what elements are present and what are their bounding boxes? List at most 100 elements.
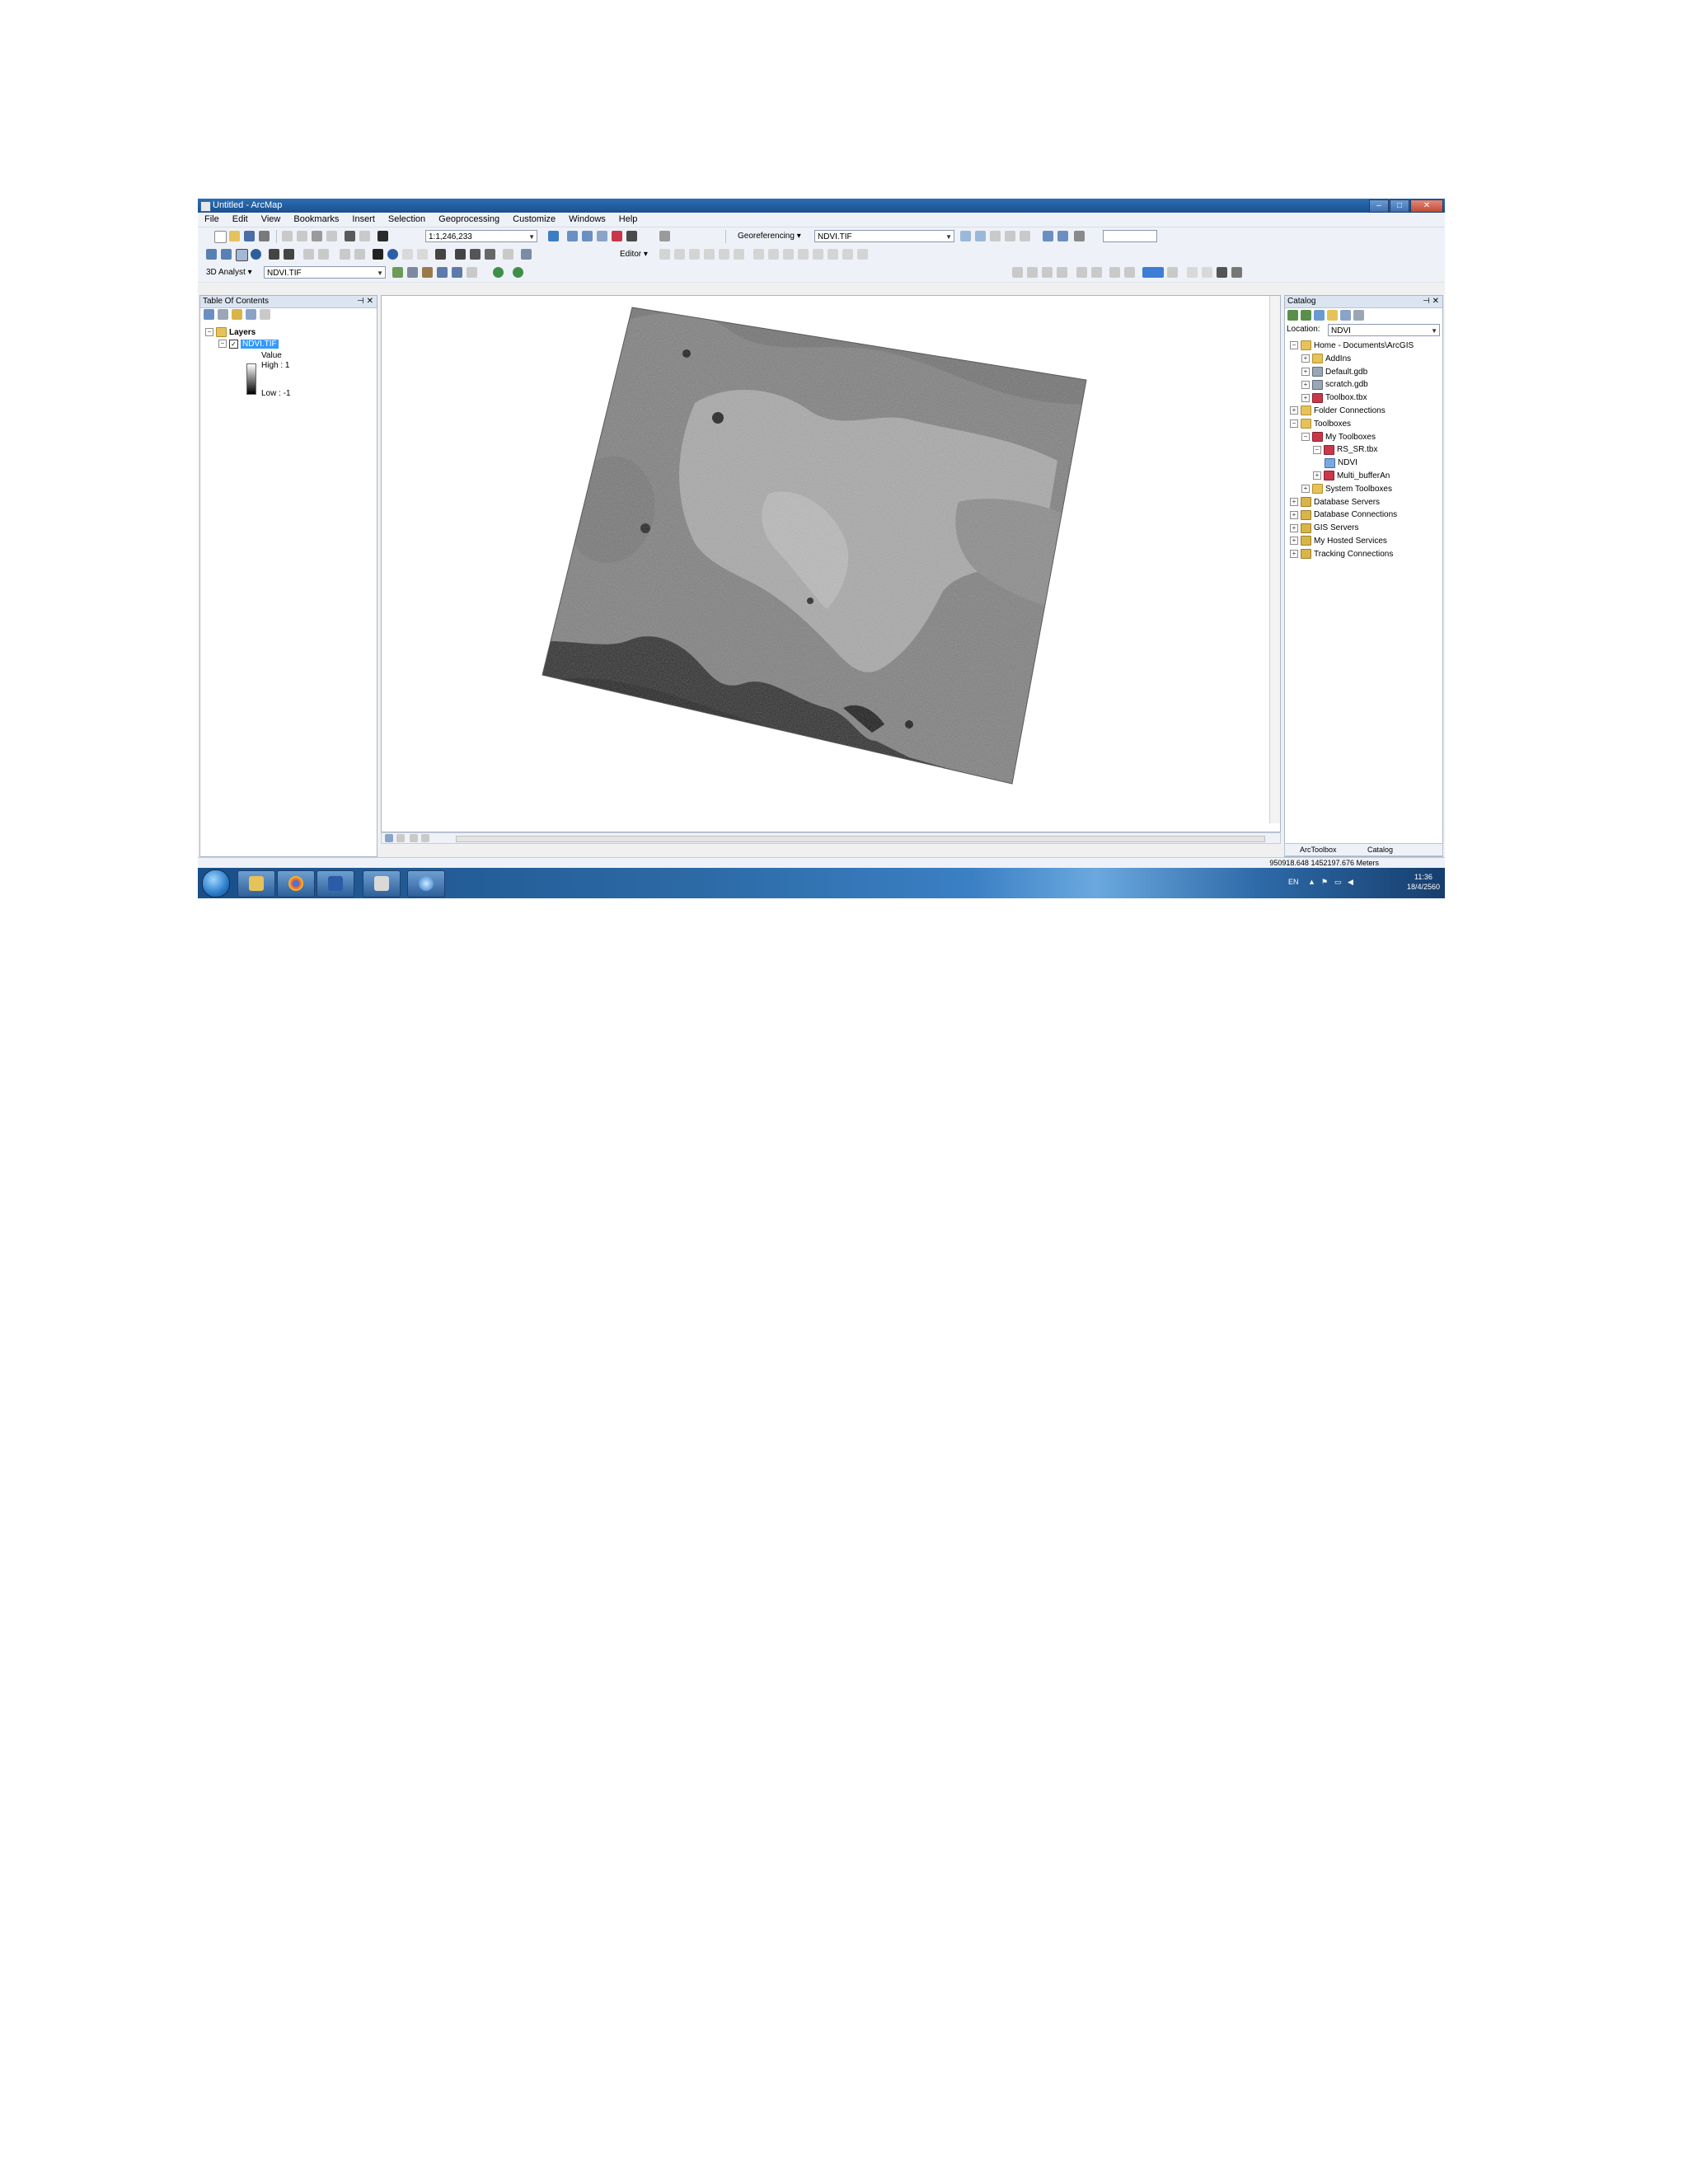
go-forward-icon[interactable] [318, 249, 329, 260]
map-scale-combo[interactable]: 1:1,246,233 ▼ [425, 230, 537, 242]
scroll-track[interactable] [456, 836, 1265, 842]
toc-options-icon[interactable] [260, 309, 270, 320]
volume-icon[interactable]: ◀ [1348, 878, 1353, 887]
font-color-icon[interactable] [1187, 267, 1198, 278]
catalog-window-icon[interactable] [582, 231, 593, 241]
forward-icon[interactable] [1301, 310, 1311, 321]
identify-icon[interactable] [387, 249, 398, 260]
model-builder-icon[interactable] [659, 231, 670, 241]
copy-icon[interactable] [297, 231, 307, 241]
line-of-sight-icon[interactable] [422, 267, 433, 278]
catalog-item[interactable]: + GIS Servers [1290, 523, 1358, 534]
paste-icon[interactable] [312, 231, 322, 241]
catalog-item[interactable]: + Database Servers [1290, 496, 1380, 509]
line-color-icon[interactable] [1167, 267, 1178, 278]
open-icon[interactable] [229, 231, 240, 241]
georeferencing-menu[interactable]: Georeferencing ▾ [738, 230, 801, 243]
scale-icon[interactable] [990, 231, 1001, 241]
select-elements-icon[interactable] [373, 249, 383, 260]
create-viewer-window-icon[interactable] [521, 249, 532, 260]
undo-icon[interactable] [345, 231, 355, 241]
expand-icon[interactable]: + [1301, 393, 1310, 402]
taskbar-chrome[interactable] [277, 870, 315, 898]
python-window-icon[interactable] [626, 231, 637, 241]
pause-drawing-icon[interactable] [421, 834, 429, 842]
menu-selection[interactable]: Selection [382, 213, 432, 227]
expand-icon[interactable]: + [1290, 550, 1298, 559]
hyperlink-icon[interactable] [402, 249, 413, 260]
map-horizontal-scrollbar[interactable] [381, 832, 1281, 844]
pin-close-icon[interactable]: ⊣ ✕ [357, 296, 373, 307]
grid-icon[interactable] [1217, 267, 1227, 278]
zoom-in-icon[interactable] [206, 249, 217, 260]
data-view-icon[interactable] [396, 834, 405, 842]
menu-edit[interactable]: Edit [226, 213, 255, 227]
catalog-view-icon[interactable] [1353, 310, 1364, 321]
reset-transformation-icon[interactable] [1074, 231, 1085, 241]
maximize-button[interactable]: □ [1390, 199, 1409, 213]
expand-icon[interactable]: + [1301, 367, 1310, 376]
catalog-item[interactable]: + Multi_bufferAn [1313, 471, 1390, 482]
language-indicator[interactable]: EN [1288, 878, 1299, 886]
edit-annotation-icon[interactable] [674, 249, 685, 260]
layout-view-icon[interactable] [385, 834, 393, 842]
taskbar-explorer[interactable] [237, 870, 275, 898]
catalog-item[interactable]: + Database Connections [1290, 509, 1397, 521]
create-contours-icon[interactable] [392, 267, 403, 278]
cut-polygons-icon[interactable] [783, 249, 794, 260]
search-window-icon[interactable] [597, 231, 607, 241]
connect-folder-icon[interactable] [1327, 310, 1338, 321]
edit-vertices-icon[interactable] [753, 249, 764, 260]
list-by-drawing-order-icon[interactable] [204, 309, 214, 320]
3d-analyst-menu[interactable]: 3D Analyst ▾ [206, 266, 252, 279]
catalog-item[interactable]: + Folder Connections [1290, 405, 1386, 417]
rotate-icon[interactable] [960, 231, 971, 241]
collapse-icon[interactable]: − [1290, 419, 1298, 429]
fill-color-icon[interactable] [1142, 267, 1164, 278]
rotate-feature-icon[interactable] [813, 249, 823, 260]
collapse-icon[interactable]: − [1290, 341, 1298, 350]
trace-icon[interactable] [719, 249, 729, 260]
menu-file[interactable]: File [198, 213, 226, 227]
menu-view[interactable]: View [255, 213, 288, 227]
expand-icon[interactable]: + [1313, 471, 1321, 480]
expand-icon[interactable]: + [1301, 485, 1310, 494]
collapse-icon[interactable]: − [218, 340, 227, 349]
go-to-xy-icon[interactable] [485, 249, 495, 260]
sketch-properties-icon[interactable] [842, 249, 853, 260]
expand-icon[interactable]: + [1290, 497, 1298, 506]
arcglobe-icon[interactable] [513, 267, 523, 278]
catalog-item[interactable]: + Toolbox.tbx [1301, 392, 1367, 404]
collapse-icon[interactable]: − [1301, 432, 1310, 441]
print-icon[interactable] [259, 231, 270, 241]
back-icon[interactable] [1287, 310, 1298, 321]
find-icon[interactable] [455, 249, 466, 260]
layout-icon[interactable] [1231, 267, 1242, 278]
start-button[interactable] [202, 869, 230, 898]
pan-icon[interactable] [236, 249, 248, 261]
taskbar-arcmap[interactable] [363, 870, 401, 898]
transparency-icon[interactable] [1057, 267, 1067, 278]
endpoint-arc-icon[interactable] [704, 249, 715, 260]
expand-icon[interactable]: + [1290, 537, 1298, 546]
catalog-item[interactable]: − Toolboxes [1290, 419, 1351, 430]
add-data-icon[interactable] [377, 231, 388, 241]
shadow-icon[interactable] [1202, 267, 1212, 278]
map-vertical-scrollbar[interactable] [1269, 296, 1280, 823]
menu-insert[interactable]: Insert [345, 213, 382, 227]
layer-ndvi[interactable]: − ✓ NDVI.TIF [218, 339, 279, 350]
menu-geoprocessing[interactable]: Geoprocessing [432, 213, 506, 227]
catalog-item[interactable]: − RS_SR.tbx [1313, 444, 1377, 456]
contrast-icon[interactable] [1027, 267, 1038, 278]
toggle-contents-icon[interactable] [1340, 310, 1351, 321]
expand-icon[interactable]: + [1301, 354, 1310, 363]
taskbar-arccatalog[interactable] [407, 870, 445, 898]
clear-selection-icon[interactable] [354, 249, 365, 260]
catalog-item[interactable]: NDVI [1325, 457, 1357, 469]
go-back-icon[interactable] [303, 249, 314, 260]
viewer-icon[interactable] [1057, 231, 1068, 241]
expand-icon[interactable]: + [1290, 510, 1298, 519]
toc-window-icon[interactable] [567, 231, 578, 241]
brightness-icon[interactable] [1042, 267, 1053, 278]
arcscene-icon[interactable] [493, 267, 504, 278]
